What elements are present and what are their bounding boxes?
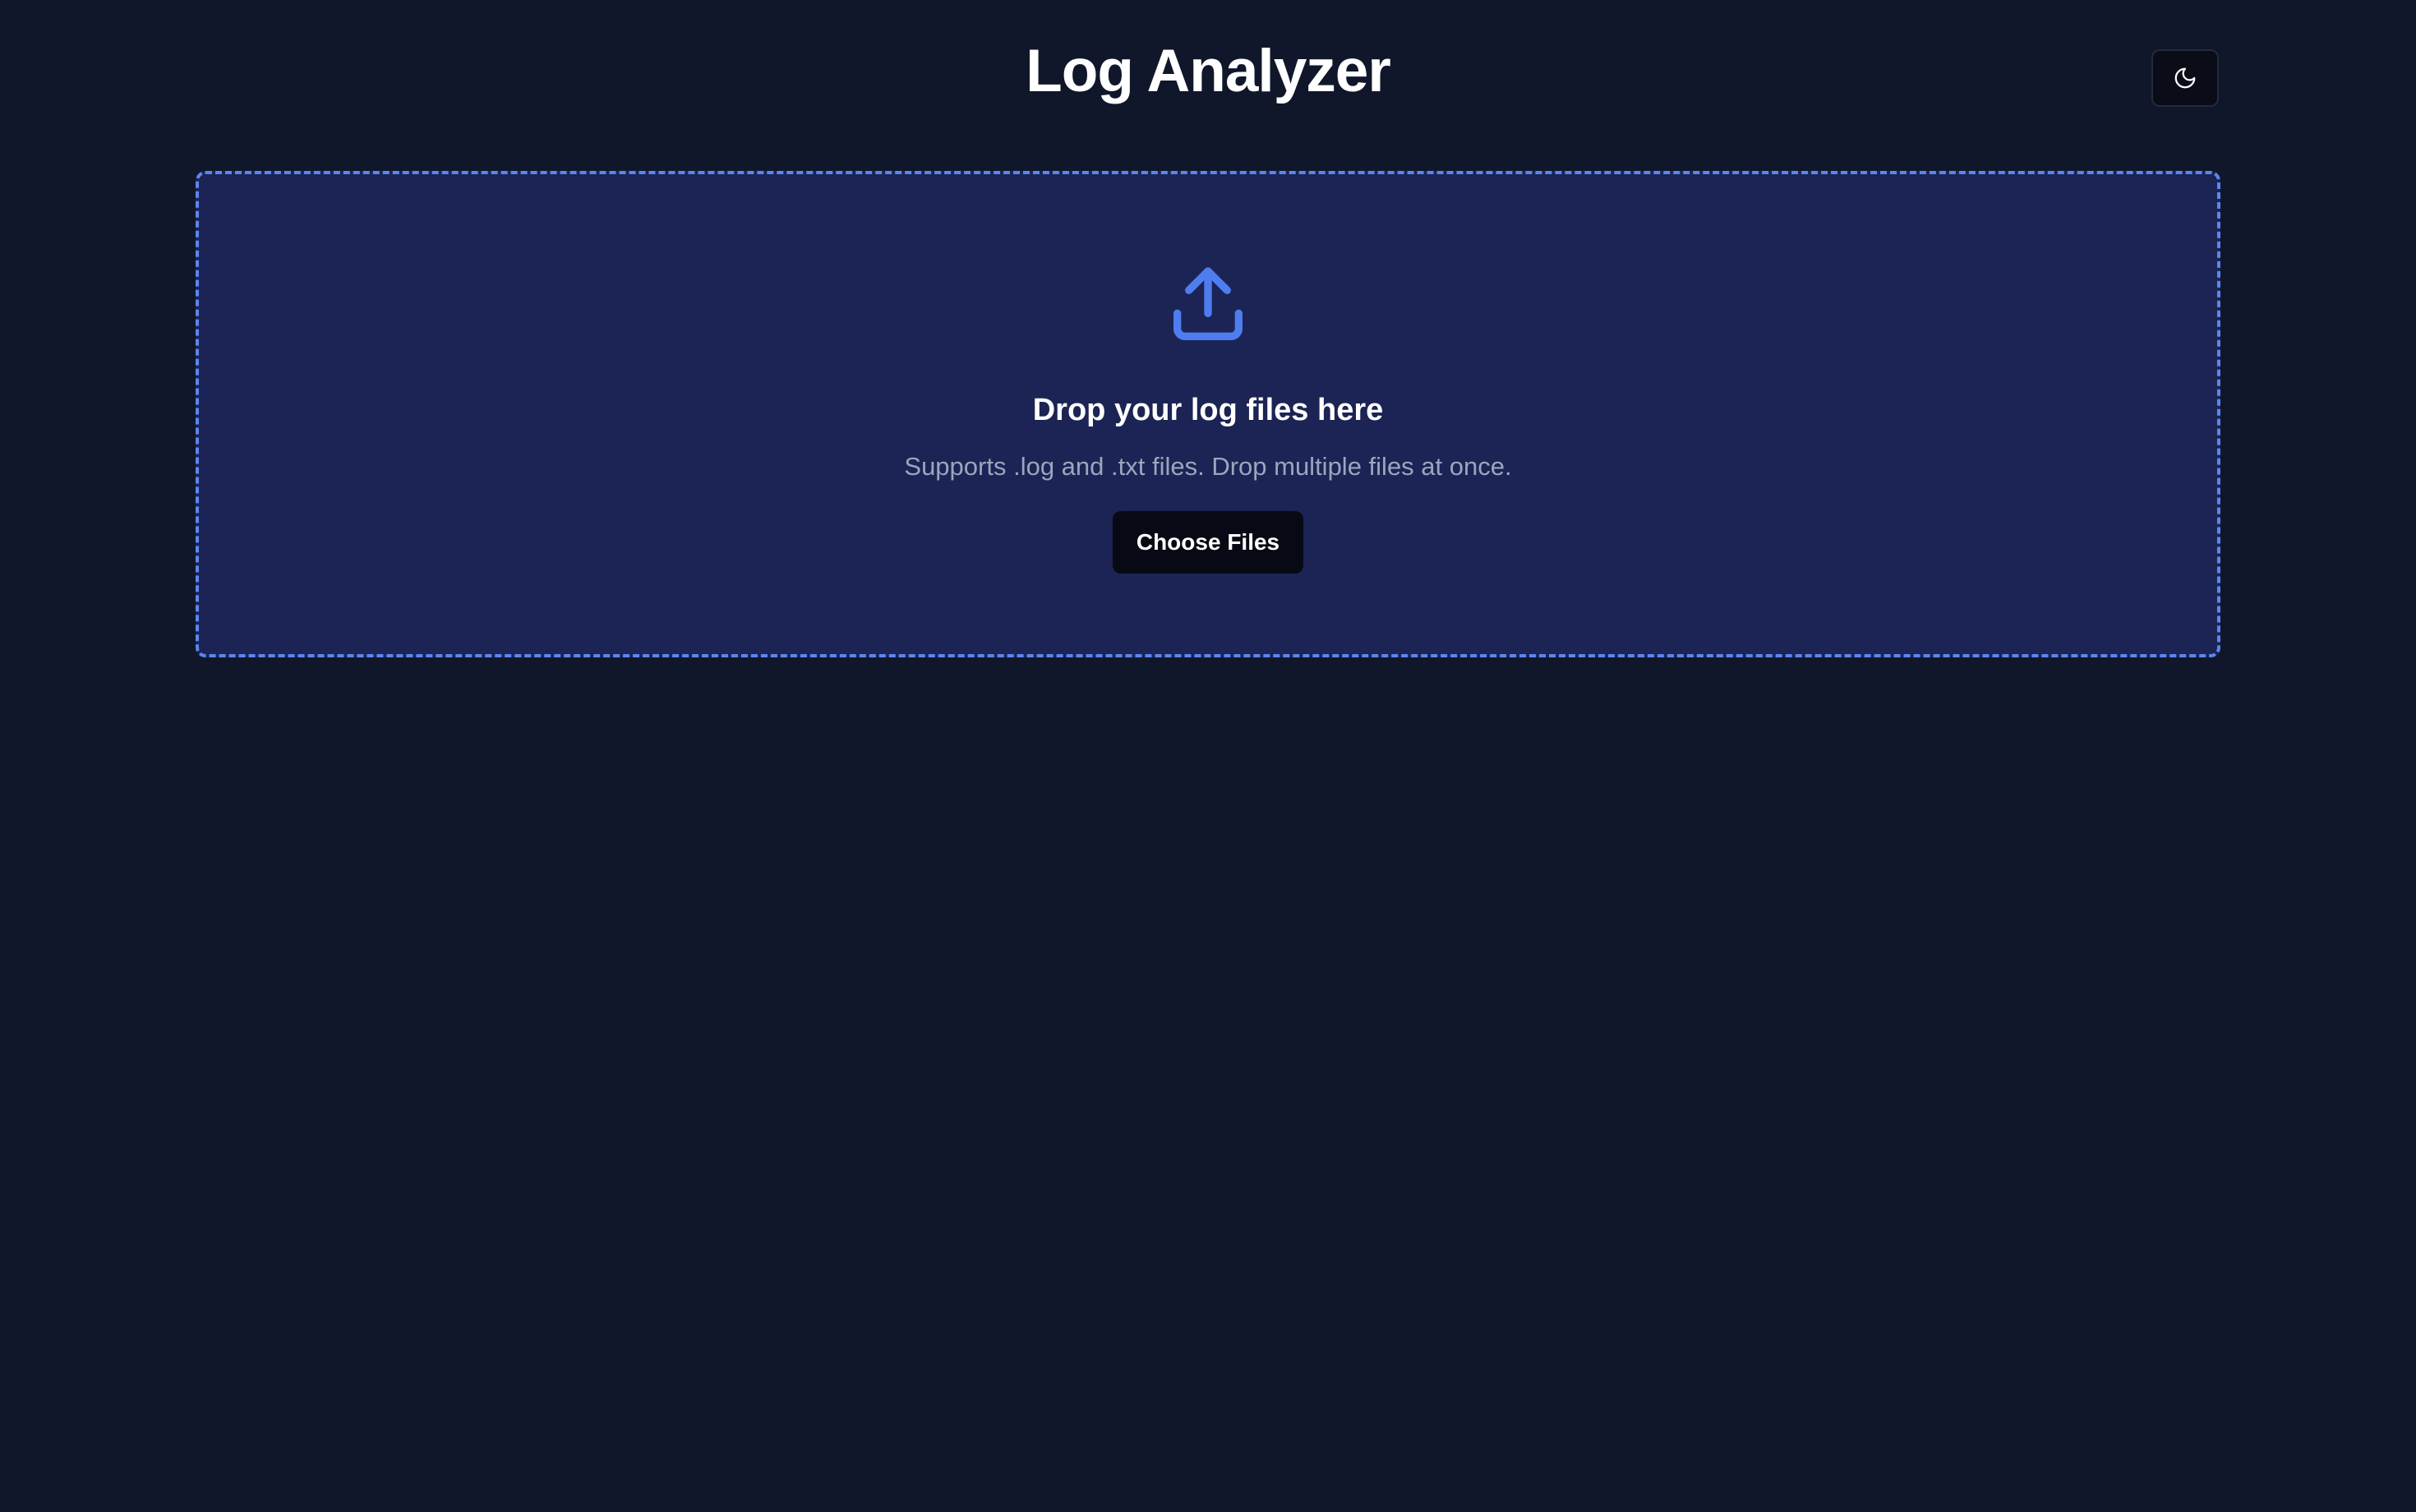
theme-toggle-button[interactable] (2151, 49, 2219, 107)
upload-icon (1162, 260, 1254, 352)
app-header: Log Analyzer (0, 0, 2416, 148)
app-page: Log Analyzer Drop your log files here Su… (0, 0, 2416, 1512)
file-dropzone[interactable]: Drop your log files here Supports .log a… (196, 171, 2220, 657)
dropzone-heading: Drop your log files here (1032, 393, 1384, 427)
page-title: Log Analyzer (1026, 38, 1391, 104)
moon-icon (2173, 66, 2197, 90)
choose-files-button[interactable]: Choose Files (1113, 511, 1303, 574)
dropzone-subtext: Supports .log and .txt files. Drop multi… (904, 452, 1512, 481)
